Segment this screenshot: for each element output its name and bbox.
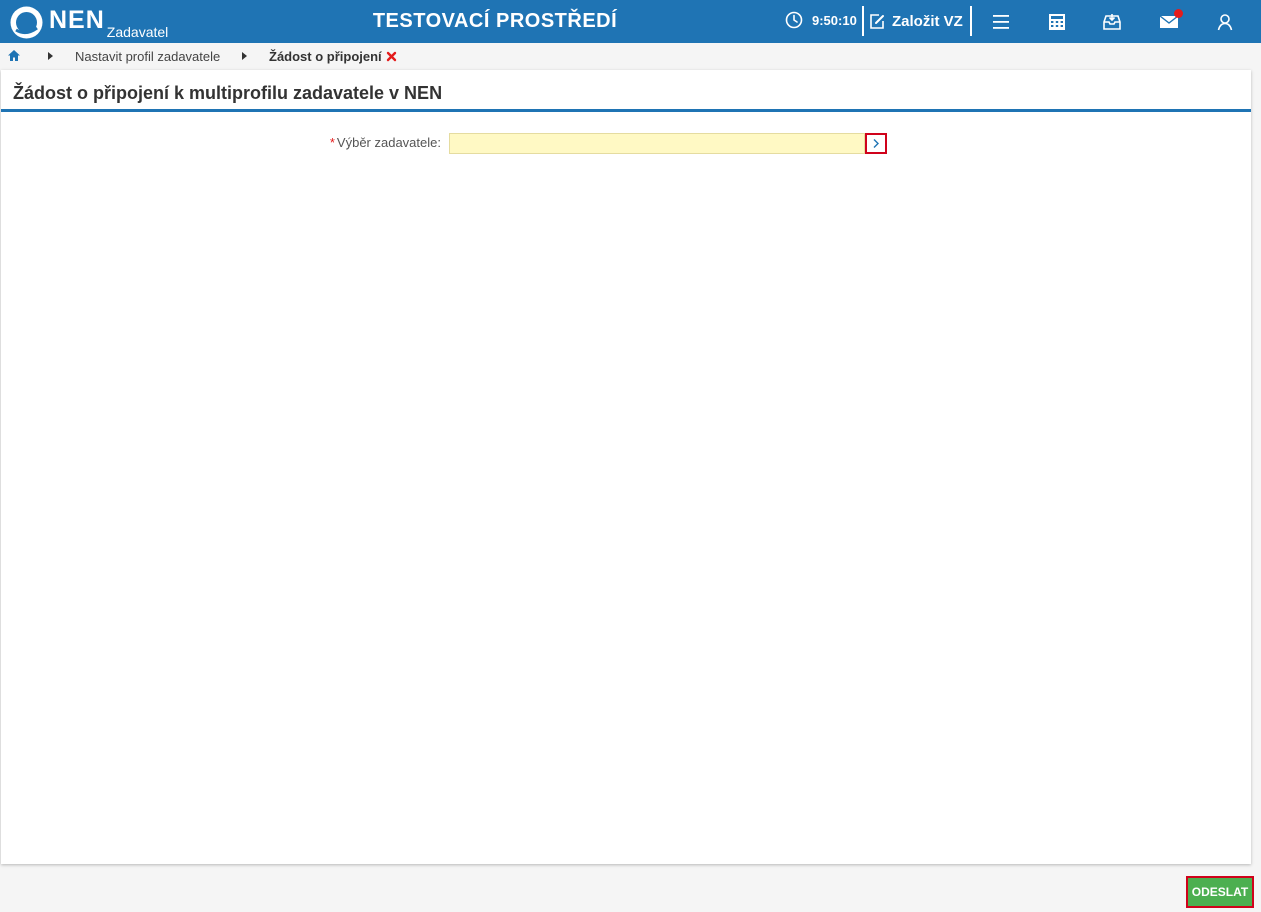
clock-icon bbox=[785, 11, 803, 29]
user-icon[interactable] bbox=[1214, 11, 1236, 33]
calculator-icon[interactable] bbox=[1046, 11, 1068, 33]
breadcrumb: Nastavit profil zadavatele Žádost o přip… bbox=[0, 43, 1261, 70]
main-panel: Žádost o připojení k multiprofilu zadava… bbox=[1, 70, 1251, 864]
menu-icon[interactable] bbox=[990, 11, 1012, 33]
top-bar: NEN Zadavatel TESTOVACÍ PROSTŘEDÍ 9:50:1… bbox=[0, 0, 1261, 43]
home-icon[interactable] bbox=[7, 49, 21, 65]
required-marker: * bbox=[329, 135, 335, 150]
zadavatel-picker-button[interactable] bbox=[865, 133, 887, 154]
nen-logo[interactable]: NEN Zadavatel bbox=[10, 4, 168, 40]
edit-icon bbox=[870, 13, 884, 29]
submit-button[interactable]: ODESLAT bbox=[1186, 876, 1254, 908]
form-label-text: Výběr zadavatele bbox=[336, 135, 438, 150]
create-vz-button[interactable]: Založit VZ bbox=[868, 0, 963, 43]
logo-text: NEN bbox=[49, 6, 105, 34]
notification-dot bbox=[1174, 9, 1183, 18]
breadcrumb-item-current: Žádost o připojení bbox=[269, 49, 382, 64]
title-divider bbox=[1, 109, 1251, 112]
form-label-zadavatel: * Výběr zadavatele: bbox=[321, 135, 441, 150]
mail-icon[interactable] bbox=[1158, 9, 1183, 33]
breadcrumb-separator-icon bbox=[242, 52, 247, 60]
divider bbox=[862, 6, 864, 36]
close-tab-icon[interactable] bbox=[386, 50, 397, 65]
session-clock: 9:50:10 bbox=[785, 11, 857, 29]
page-title: Žádost o připojení k multiprofilu zadava… bbox=[13, 83, 443, 103]
environment-title: TESTOVACÍ PROSTŘEDÍ bbox=[372, 10, 618, 32]
form-label-colon: : bbox=[437, 135, 441, 150]
logo-mark-icon bbox=[10, 6, 43, 39]
divider bbox=[970, 6, 972, 36]
logo-subtitle: Zadavatel bbox=[106, 24, 169, 40]
clock-time: 9:50:10 bbox=[812, 12, 857, 28]
zadavatel-select-input[interactable] bbox=[449, 133, 865, 154]
inbox-icon[interactable] bbox=[1101, 11, 1123, 33]
create-vz-label: Založit VZ bbox=[892, 13, 963, 30]
breadcrumb-separator-icon bbox=[48, 52, 53, 60]
chevron-right-icon bbox=[873, 139, 879, 148]
breadcrumb-item-profile[interactable]: Nastavit profil zadavatele bbox=[75, 49, 220, 64]
